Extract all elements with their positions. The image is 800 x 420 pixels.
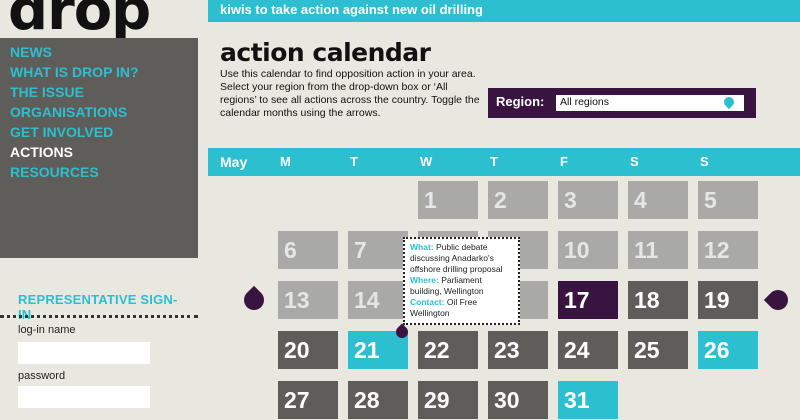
tooltip-contact-key: Contact: (410, 297, 445, 307)
calendar-day-26[interactable]: 26 (698, 331, 758, 369)
calendar-day-11[interactable]: 11 (628, 231, 688, 269)
dotted-divider (0, 315, 198, 318)
nav-resources[interactable]: RESOURCES (10, 162, 188, 182)
calendar-day-18[interactable]: 18 (628, 281, 688, 319)
prev-month-arrow-icon[interactable] (239, 285, 269, 315)
day-header: M (280, 154, 291, 169)
password-input[interactable] (18, 386, 150, 408)
tooltip-what-key: What: (410, 242, 434, 252)
calendar-day-31[interactable]: 31 (558, 381, 618, 419)
calendar-day-17[interactable]: 17 (558, 281, 618, 319)
calendar-day-24[interactable]: 24 (558, 331, 618, 369)
calendar-header: May M T W T F S S (208, 148, 800, 176)
region-select[interactable]: All regions (556, 94, 744, 111)
month-label: May (220, 154, 248, 170)
dropdown-pin-icon[interactable] (721, 94, 737, 110)
representative-signin-panel: REPRESENTATIVE SIGN-IN log-in name passw… (0, 282, 198, 420)
nav-what-is-drop-in[interactable]: WHAT IS DROP IN? (10, 62, 188, 82)
tooltip-where-key: Where: (410, 275, 439, 285)
password-label: password (18, 370, 66, 382)
day-header: W (420, 154, 433, 169)
login-name-label: log-in name (18, 324, 76, 336)
nav-actions[interactable]: ACTIONS (10, 142, 188, 162)
calendar-day-30[interactable]: 30 (488, 381, 548, 419)
calendar-day-1[interactable]: 1 (418, 181, 478, 219)
site-logo[interactable]: drop in (0, 0, 198, 38)
calendar-day-29[interactable]: 29 (418, 381, 478, 419)
nav-get-involved[interactable]: GET INVOLVED (10, 122, 188, 142)
calendar-day-20[interactable]: 20 (278, 331, 338, 369)
calendar-day-19[interactable]: 19 (698, 281, 758, 319)
calendar-day-7[interactable]: 7 (348, 231, 408, 269)
login-name-input[interactable] (18, 342, 150, 364)
calendar-day-4[interactable]: 4 (628, 181, 688, 219)
calendar-day-10[interactable]: 10 (558, 231, 618, 269)
day-header: T (350, 154, 358, 169)
next-month-arrow-icon[interactable] (763, 285, 793, 315)
calendar-day-6[interactable]: 6 (278, 231, 338, 269)
nav-organisations[interactable]: ORGANISATIONS (10, 102, 188, 122)
calendar-day-3[interactable]: 3 (558, 181, 618, 219)
nav-the-issue[interactable]: THE ISSUE (10, 82, 188, 102)
calendar-day-23[interactable]: 23 (488, 331, 548, 369)
region-select-value: All regions (560, 96, 610, 108)
day-header: S (630, 154, 639, 169)
calendar-day-14[interactable]: 14 (348, 281, 408, 319)
region-filter: Region: All regions (488, 88, 756, 118)
calendar-day-27[interactable]: 27 (278, 381, 338, 419)
calendar-day-12[interactable]: 12 (698, 231, 758, 269)
main-nav: NEWS WHAT IS DROP IN? THE ISSUE ORGANISA… (0, 38, 198, 258)
day-header: F (560, 154, 568, 169)
calendar-day-13[interactable]: 13 (278, 281, 338, 319)
tagline-bar: kiwis to take action against new oil dri… (208, 0, 800, 22)
region-label: Region: (496, 94, 545, 109)
logo-text: drop in (8, 0, 151, 38)
calendar-day-2[interactable]: 2 (488, 181, 548, 219)
event-tooltip: What: Public debate discussing Anadarko'… (403, 237, 520, 325)
day-header: S (700, 154, 709, 169)
nav-news[interactable]: NEWS (10, 42, 188, 62)
intro-text: Use this calendar to find opposition act… (220, 68, 480, 119)
calendar-day-22[interactable]: 22 (418, 331, 478, 369)
calendar-day-25[interactable]: 25 (628, 331, 688, 369)
page-title: action calendar (220, 38, 431, 67)
calendar-day-5[interactable]: 5 (698, 181, 758, 219)
day-header: T (490, 154, 498, 169)
calendar-day-28[interactable]: 28 (348, 381, 408, 419)
